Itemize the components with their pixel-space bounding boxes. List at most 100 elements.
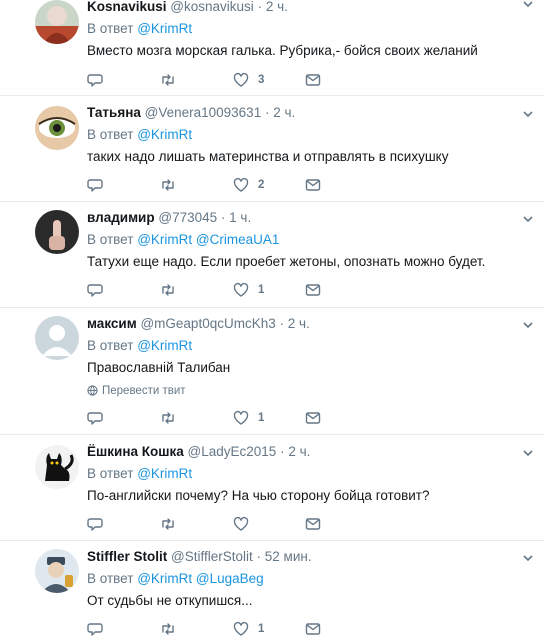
caret-down-icon[interactable] [522,213,534,225]
reply-icon [87,518,103,531]
direct-message-button[interactable] [305,281,321,299]
direct-message-button[interactable] [305,176,321,194]
author-name[interactable]: владимир [87,210,155,225]
author-handle[interactable]: @StifflerStolit [171,549,253,564]
timestamp[interactable]: 2 ч. [288,444,310,459]
tweet-text: От судьбы не откупишся... [87,593,253,608]
reply-button[interactable] [87,71,103,89]
avatar[interactable] [35,106,79,150]
timestamp[interactable]: 2 ч. [273,105,295,120]
reply-prefix: В ответ [87,466,134,481]
avatar[interactable] [35,316,79,360]
mention-link[interactable]: @KrimRt [137,571,192,586]
direct-message-button[interactable] [305,620,321,638]
reply-icon [87,623,103,636]
like-icon [233,410,249,425]
author-handle[interactable]: @kosnavikusi [170,0,254,14]
caret-down-icon[interactable] [522,447,534,459]
mention-link[interactable]: @KrimRt [137,21,192,36]
retweet-icon [162,412,174,424]
author-name[interactable]: Stiffler Stolit [87,549,167,564]
message-icon [305,74,321,86]
tweet-text: По-английски почему? На чью сторону бойц… [87,488,430,503]
like-button[interactable] [233,515,258,533]
timestamp[interactable]: 2 ч. [266,0,288,14]
caret-down-icon[interactable] [522,319,534,331]
caret-down-icon[interactable] [522,108,534,120]
author-handle[interactable]: @mGeapt0qcUmcKh3 [140,316,275,331]
tweet[interactable]: максим @mGeapt0qcUmcKh3 · 2 ч. В ответ @… [0,308,544,435]
tweet[interactable]: Ёшкина Кошка @LadyEc2015 · 2 ч. В ответ … [0,435,544,541]
reply-button[interactable] [87,176,103,194]
retweet-button[interactable] [160,515,176,533]
author-handle[interactable]: @773045 [158,210,217,225]
like-button[interactable]: 1 [233,281,264,299]
tweet-text: таких надо лишать материнства и отправля… [87,149,449,164]
tweet[interactable]: Stiffler Stolit @StifflerStolit · 52 мин… [0,541,544,642]
direct-message-button[interactable] [305,71,321,89]
mention-link[interactable]: @LugaBeg [196,571,264,586]
author-name[interactable]: Kosnavikusi [87,0,167,14]
tweet-header: Stiffler Stolit @StifflerStolit · 52 мин… [87,548,312,566]
retweet-button[interactable] [160,176,176,194]
like-button[interactable]: 1 [233,620,264,638]
timestamp[interactable]: 1 ч. [229,210,251,225]
like-button[interactable]: 2 [233,176,264,194]
like-button[interactable]: 1 [233,409,264,427]
retweet-button[interactable] [160,409,176,427]
caret-down-icon[interactable] [522,552,534,564]
like-count: 1 [258,412,265,424]
direct-message-button[interactable] [305,409,321,427]
tweet[interactable]: Татьяна @Venera10093631 · 2 ч. В ответ @… [0,96,544,202]
caret-down-icon[interactable] [522,0,534,10]
author-name[interactable]: Ёшкина Кошка [87,444,184,459]
author-name[interactable]: Татьяна [87,105,141,120]
message-icon [305,179,321,191]
avatar[interactable] [35,210,79,254]
tweet-header: Ёшкина Кошка @LadyEc2015 · 2 ч. [87,443,310,461]
reply-context: В ответ @KrimRt [87,126,192,144]
retweet-button[interactable] [160,71,176,89]
timestamp[interactable]: 52 мин. [265,549,312,564]
author-handle[interactable]: @LadyEc2015 [188,444,277,459]
like-icon [233,282,249,297]
tweet-header: максим @mGeapt0qcUmcKh3 · 2 ч. [87,315,310,333]
tweet-text: Православній Талибан [87,360,231,375]
reply-icon [87,74,103,87]
tweet-actions: 1 [87,281,347,299]
reply-button[interactable] [87,620,103,638]
reply-button[interactable] [87,281,103,299]
separator: · [264,105,270,120]
message-icon [305,284,321,296]
tweet[interactable]: владимир @773045 · 1 ч. В ответ @KrimRt … [0,202,544,308]
reply-context: В ответ @KrimRt [87,20,192,38]
tweet-text: Татухи еще надо. Если проебет жетоны, оп… [87,254,486,269]
retweet-button[interactable] [160,281,176,299]
avatar[interactable] [35,549,79,593]
avatar[interactable] [35,0,79,44]
reply-context: В ответ @KrimRt @CrimeaUA1 [87,231,279,249]
mention-link[interactable]: @KrimRt [137,338,192,353]
timestamp[interactable]: 2 ч. [288,316,310,331]
like-button[interactable]: 3 [233,71,264,89]
mention-link[interactable]: @CrimeaUA1 [196,232,279,247]
mention-link[interactable]: @KrimRt [137,232,192,247]
author-handle[interactable]: @Venera10093631 [145,105,262,120]
mention-link[interactable]: @KrimRt [137,466,192,481]
mention-link[interactable]: @KrimRt [137,127,192,142]
reply-button[interactable] [87,515,103,533]
reply-prefix: В ответ [87,338,134,353]
retweet-button[interactable] [160,620,176,638]
reply-button[interactable] [87,409,103,427]
retweet-icon [162,74,174,86]
like-count: 3 [258,74,265,86]
message-icon [305,518,321,530]
direct-message-button[interactable] [305,515,321,533]
tweet[interactable]: Kosnavikusi @kosnavikusi · 2 ч. В ответ … [0,0,544,96]
translate-link[interactable]: Перевести твит [87,382,186,400]
like-icon [233,516,249,531]
tweet-text: Вместо мозга морская галька. Рубрика,- б… [87,43,478,58]
author-name[interactable]: максим [87,316,137,331]
avatar[interactable] [35,445,79,489]
reply-prefix: В ответ [87,571,134,586]
